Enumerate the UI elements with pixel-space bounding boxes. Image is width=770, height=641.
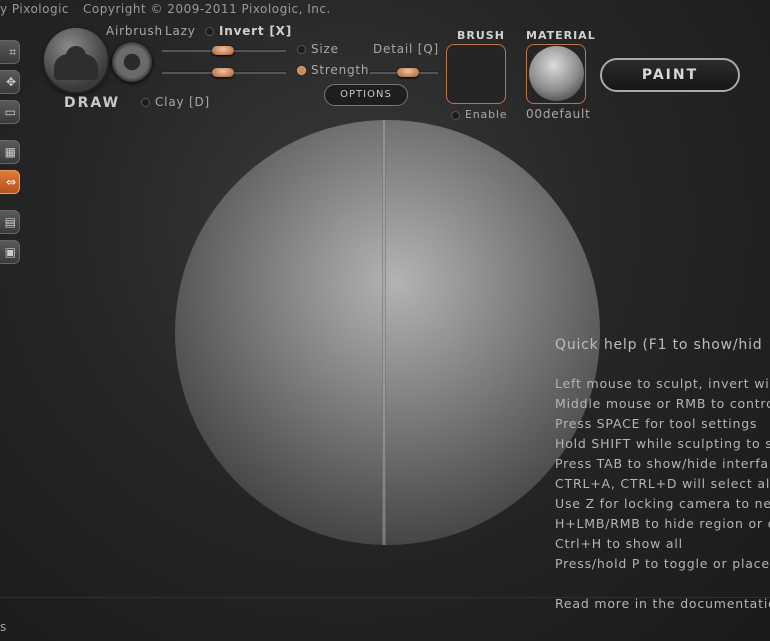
symmetry-icon: ⇔ xyxy=(5,175,16,189)
quick-help-title: Quick help (F1 to show/hid xyxy=(555,337,763,353)
detail-slider-knob[interactable] xyxy=(397,68,419,77)
quick-help-line: H+LMB/RMB to hide region or o xyxy=(555,516,770,531)
save-icon: ▣ xyxy=(4,245,16,259)
save-button[interactable]: ▣ xyxy=(0,240,20,264)
detail-slider[interactable] xyxy=(370,68,438,77)
shape-tool-button[interactable]: ▭ xyxy=(0,100,20,124)
material-sphere-icon xyxy=(529,46,584,101)
clay-toggle[interactable]: Clay [D] xyxy=(141,95,210,109)
material-title: MATERIAL xyxy=(526,29,596,42)
brush-title: BRUSH xyxy=(457,29,505,42)
size-control[interactable]: Size xyxy=(297,42,339,56)
grid-toggle-button[interactable]: ▦ xyxy=(0,140,20,164)
quick-help-line: Left mouse to sculpt, invert wi xyxy=(555,376,770,391)
brush-enable-toggle[interactable]: Enable xyxy=(451,108,507,121)
sphere-seam xyxy=(382,120,386,545)
symmetry-button[interactable]: ⇔ xyxy=(0,170,20,194)
detail-label[interactable]: Detail [Q] xyxy=(373,42,439,56)
material-slot[interactable] xyxy=(526,44,586,104)
copyright-text: Copyright © 2009-2011 Pixologic, Inc. xyxy=(83,2,331,16)
size-label: Size xyxy=(311,42,339,56)
bottom-divider xyxy=(0,597,770,598)
import-obj-button[interactable]: ▤ xyxy=(0,210,20,234)
header-left-text: y Pixologic xyxy=(0,2,70,16)
quick-help-line: CTRL+A, CTRL+D will select all xyxy=(555,476,770,491)
copyright-bar: y Pixologic Copyright © 2009-2011 Pixolog… xyxy=(0,2,331,16)
invert-indicator xyxy=(205,27,214,36)
obj-icon: ▤ xyxy=(4,215,16,229)
draw-label: DRAW xyxy=(64,95,121,111)
quick-help-line: Press SPACE for tool settings xyxy=(555,416,758,431)
airbrush-label[interactable]: Airbrush xyxy=(106,24,163,38)
strength-indicator xyxy=(297,66,306,75)
size-indicator xyxy=(297,45,306,54)
lazy-label[interactable]: Lazy xyxy=(165,24,196,38)
grid-icon: ▦ xyxy=(4,145,16,159)
move-icon: ✥ xyxy=(5,75,16,89)
size-slider[interactable] xyxy=(162,46,286,55)
quick-help-line: Use Z for locking camera to nea xyxy=(555,496,770,511)
strength-control[interactable]: Strength xyxy=(297,63,369,77)
move-tool-button[interactable]: ✥ xyxy=(0,70,20,94)
paint-button[interactable]: PAINT xyxy=(600,58,740,92)
material-name: 00default xyxy=(526,107,591,121)
clay-label: Clay [D] xyxy=(155,95,210,109)
lazy-mouse-button[interactable] xyxy=(112,42,152,82)
documentation-link[interactable]: Read more in the documentatio xyxy=(555,596,770,611)
shape-icon: ▭ xyxy=(4,105,16,119)
quick-help-line: Ctrl+H to show all xyxy=(555,536,683,551)
strength-label: Strength xyxy=(311,63,370,77)
enable-label: Enable xyxy=(465,108,508,121)
brush-slot[interactable] xyxy=(446,44,506,104)
quick-help-line: Middle mouse or RMB to contro xyxy=(555,396,770,411)
quick-help-line: Hold SHIFT while sculpting to s xyxy=(555,436,770,451)
quick-help-line: Press TAB to show/hide interfa xyxy=(555,456,769,471)
crop-tool-button[interactable]: ⌗ xyxy=(0,40,20,64)
quick-help-line: Press/hold P to toggle or place xyxy=(555,556,770,571)
size-slider-knob[interactable] xyxy=(212,46,234,55)
brush-stamp-icon xyxy=(54,46,98,80)
sculpt-sphere[interactable] xyxy=(175,120,600,545)
options-button[interactable]: OPTIONS xyxy=(324,84,408,106)
bottom-text: s xyxy=(0,620,7,634)
strength-slider-left-knob[interactable] xyxy=(212,68,234,77)
draw-tool-button[interactable] xyxy=(44,28,108,92)
enable-indicator xyxy=(451,110,460,120)
crop-icon: ⌗ xyxy=(9,44,16,59)
invert-toggle[interactable]: Invert [X] xyxy=(205,24,292,38)
clay-indicator xyxy=(141,98,150,107)
strength-slider-left[interactable] xyxy=(162,68,286,77)
invert-label: Invert [X] xyxy=(219,24,293,38)
